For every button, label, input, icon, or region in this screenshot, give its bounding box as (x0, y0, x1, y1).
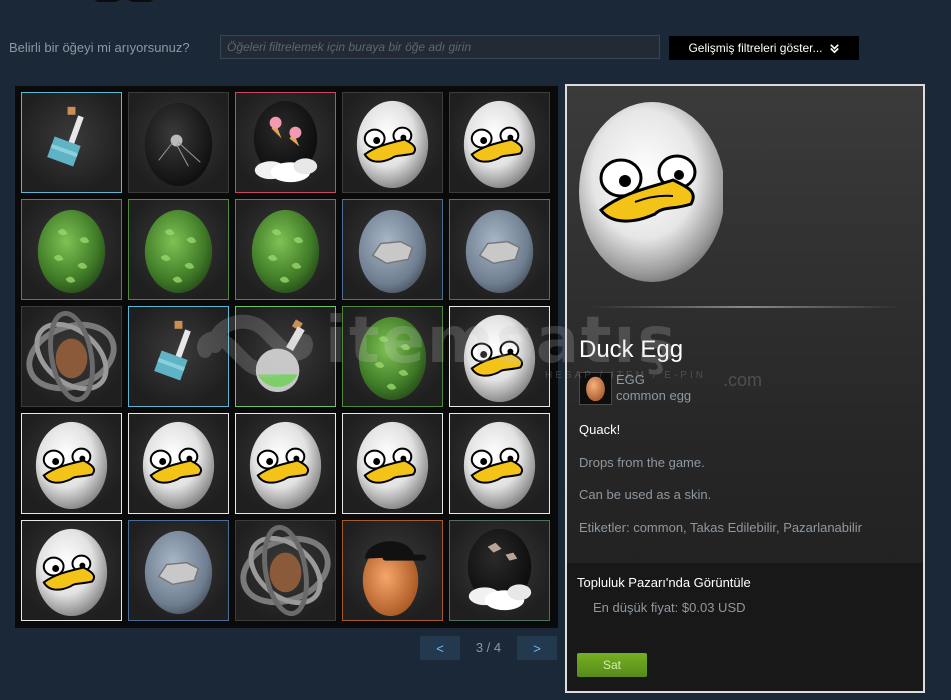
market-link[interactable]: Topluluk Pazarı'nda Görüntüle (577, 575, 751, 590)
duck-egg-icon (35, 528, 108, 617)
stone-egg-icon (465, 209, 534, 294)
market-section: Topluluk Pazarı'nda Görüntüle En düşük f… (567, 563, 923, 691)
pagination: < 3 / 4 > (420, 636, 560, 660)
duck-egg-icon (463, 100, 536, 189)
inventory-item[interactable] (128, 199, 229, 300)
item-description-line: Quack! (579, 422, 621, 437)
header-logo-fragment (92, 0, 156, 2)
bottle-icon (47, 106, 84, 167)
game-icon[interactable] (579, 372, 612, 405)
double-chevron-down-icon (829, 43, 839, 53)
duck-egg-icon (463, 314, 536, 403)
inventory-item[interactable] (21, 520, 122, 621)
gyro-egg-icon (240, 524, 331, 617)
bottle-icon (154, 320, 191, 381)
leaf-egg-icon (251, 209, 320, 294)
inventory-item[interactable] (235, 306, 336, 407)
inventory-item[interactable] (128, 306, 229, 407)
inventory-item[interactable] (342, 520, 443, 621)
satellite-egg-icon (144, 102, 213, 187)
duck-egg-icon (579, 102, 725, 282)
leaf-egg-icon (358, 316, 427, 401)
filter-input[interactable] (220, 35, 660, 59)
item-detail-panel: Duck Egg EGG common egg Quack! Drops fro… (565, 84, 925, 693)
item-name: Duck Egg (579, 336, 684, 363)
page-indicator: 3 / 4 (475, 640, 502, 655)
item-large-image (573, 92, 725, 282)
inventory-item[interactable] (235, 413, 336, 514)
item-description-line: Can be used as a skin. (579, 487, 712, 502)
inventory-item[interactable] (21, 306, 122, 407)
leaf-egg-icon (144, 209, 213, 294)
inventory-item[interactable] (449, 92, 550, 193)
advanced-filters-label: Gelişmiş filtreleri göster... (688, 41, 823, 55)
filter-label: Belirli bir öğeyi mi arıyorsunuz? (9, 40, 190, 55)
item-type: common egg (616, 388, 692, 403)
prev-page-button[interactable]: < (420, 636, 460, 660)
inventory-item[interactable] (128, 92, 229, 193)
inventory-item[interactable] (449, 520, 550, 621)
inventory-item[interactable] (449, 199, 550, 300)
inventory-item[interactable] (21, 92, 122, 193)
game-name: EGG (616, 372, 645, 387)
duck-egg-icon (142, 421, 215, 510)
lowest-price: En düşük fiyat: $0.03 USD (593, 600, 746, 615)
inventory-item[interactable] (235, 92, 336, 193)
price-label: En düşük fiyat: (593, 600, 679, 615)
inventory-item[interactable] (342, 92, 443, 193)
price-value: $0.03 USD (681, 600, 746, 615)
stone-egg-icon (358, 209, 427, 294)
inventory-grid (15, 86, 558, 628)
item-description-line: Drops from the game. (579, 455, 705, 470)
leaf-egg-icon (37, 209, 106, 294)
ice-cream-cloud-egg-icon (253, 100, 318, 183)
duck-egg-icon (356, 421, 429, 510)
inventory-item[interactable] (449, 413, 550, 514)
inventory-item[interactable] (342, 199, 443, 300)
advanced-filters-button[interactable]: Gelişmiş filtreleri göster... (669, 36, 859, 60)
duck-egg-icon (463, 421, 536, 510)
tags-label: Etiketler: (579, 520, 630, 535)
sell-button[interactable]: Sat (577, 653, 647, 677)
stone-egg-icon (144, 530, 213, 615)
potion-flask-icon (255, 319, 305, 393)
next-page-button[interactable]: > (517, 636, 557, 660)
cap-egg-icon (362, 541, 427, 617)
inventory-item[interactable] (128, 413, 229, 514)
duck-egg-icon (356, 100, 429, 189)
inventory-item[interactable] (449, 306, 550, 407)
cloud-rocks-egg-icon (467, 528, 532, 611)
inventory-item[interactable] (21, 199, 122, 300)
item-tags: Etiketler: common, Takas Edilebilir, Paz… (579, 520, 862, 535)
inventory-item[interactable] (235, 520, 336, 621)
duck-egg-icon (249, 421, 322, 510)
duck-egg-icon (35, 421, 108, 510)
inventory-item[interactable] (128, 520, 229, 621)
tags-values: common, Takas Edilebilir, Pazarlanabilir (633, 520, 863, 535)
inventory-item[interactable] (235, 199, 336, 300)
inventory-item[interactable] (342, 306, 443, 407)
inventory-item[interactable] (21, 413, 122, 514)
gyro-egg-icon (26, 310, 117, 403)
filter-bar: Belirli bir öğeyi mi arıyorsunuz? Gelişm… (0, 34, 951, 62)
inventory-item[interactable] (342, 413, 443, 514)
detail-separator (591, 306, 901, 308)
